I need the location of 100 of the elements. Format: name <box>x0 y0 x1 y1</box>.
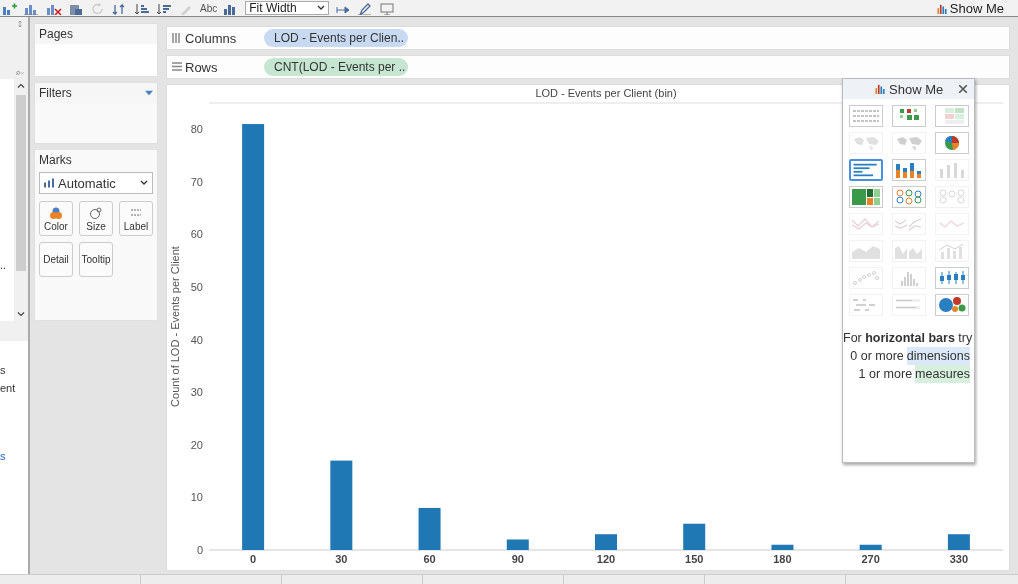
sort-descending-icon[interactable] <box>156 3 172 15</box>
highlight-table-thumbnail[interactable] <box>935 105 969 127</box>
field-pill[interactable]: LOD - Events per Clien.. <box>264 29 408 47</box>
size-icon <box>89 205 103 220</box>
mark-button[interactable]: Detail <box>39 242 73 277</box>
mark-type-select[interactable]: Automatic <box>39 172 153 194</box>
field-pill[interactable]: CNT(LOD - Events per .. <box>264 58 408 76</box>
bar <box>947 534 970 550</box>
line-chart-thumbnail[interactable] <box>849 213 883 235</box>
y-axis-title: Count of LOD - Events per Client <box>169 246 181 407</box>
x-tick-label: 90 <box>511 553 524 565</box>
y-tick-label: 80 <box>190 123 203 136</box>
scroll-up-icon[interactable] <box>17 83 25 89</box>
field-type-label: dimensions <box>906 347 970 365</box>
bar <box>859 544 882 550</box>
shelf-label: Rows <box>185 59 218 75</box>
combination-chart-thumbnail[interactable] <box>935 240 969 262</box>
x-tick-label: 60 <box>423 553 436 565</box>
columns-icon <box>172 33 182 43</box>
close-icon <box>958 83 968 94</box>
fit-select[interactable]: Fit Width <box>245 1 330 15</box>
y-tick-label: 70 <box>190 175 203 188</box>
caret-icon <box>317 5 326 11</box>
pie-chart-thumbnail[interactable] <box>935 132 969 154</box>
bar-chart-icon <box>44 178 54 188</box>
x-tick-label: 150 <box>685 553 704 565</box>
bar-chart-icon <box>875 84 885 94</box>
y-tick-label: 50 <box>190 281 203 294</box>
y-tick-label: 30 <box>190 386 203 399</box>
y-tick-label: 10 <box>190 491 203 504</box>
x-tick-label: 30 <box>335 553 348 565</box>
requirement-count: 0 or more <box>850 348 904 365</box>
close-button[interactable] <box>958 82 968 96</box>
color-icon <box>49 205 63 220</box>
x-tick-label: 330 <box>949 553 969 565</box>
bar <box>506 539 529 550</box>
field-name[interactable]: s <box>0 363 6 377</box>
clear-chart-icon[interactable] <box>46 3 62 15</box>
circle-view-thumbnail[interactable] <box>892 186 926 208</box>
line-chart-thumbnail[interactable] <box>935 213 969 235</box>
mark-button[interactable]: Tooltip <box>79 242 113 277</box>
scroll-down-icon[interactable] <box>17 311 25 317</box>
area-chart-thumbnail[interactable] <box>849 240 883 262</box>
text-table-thumbnail[interactable] <box>849 105 883 127</box>
pin-icon[interactable] <box>335 3 352 15</box>
bar-chart-thumbnail[interactable] <box>935 159 969 181</box>
requirement-count: 1 or more <box>858 366 913 383</box>
bar-chart-icon[interactable] <box>24 3 40 15</box>
x-tick-label: 0 <box>250 553 257 565</box>
line-chart-thumbnail[interactable] <box>892 213 926 235</box>
chart-title: LOD - Events per Client (bin) <box>535 87 677 99</box>
field-name[interactable]: ent <box>0 381 16 395</box>
bar <box>683 523 706 550</box>
data-add-icon[interactable] <box>2 3 18 15</box>
rows-icon <box>172 62 182 72</box>
caret-icon <box>140 180 148 186</box>
search-icon[interactable] <box>16 70 24 76</box>
text-tool-button[interactable]: Abc <box>200 3 218 15</box>
bar <box>418 507 441 550</box>
heat-map-thumbnail[interactable] <box>892 105 926 127</box>
panel-title: Show Me <box>889 81 944 97</box>
link[interactable]: s <box>0 449 6 463</box>
y-tick-label: 40 <box>190 333 203 346</box>
y-tick-label: 60 <box>190 228 203 241</box>
packed-bubbles-thumbnail[interactable] <box>935 294 969 316</box>
area-chart-thumbnail[interactable] <box>892 240 926 262</box>
x-tick-label: 180 <box>773 553 792 565</box>
world-map-thumbnail[interactable] <box>892 132 926 154</box>
treemap-thumbnail[interactable] <box>849 186 883 208</box>
sheet-icon[interactable] <box>68 3 84 15</box>
x-tick-label: 270 <box>861 553 880 565</box>
field-type-label: measures <box>915 365 970 383</box>
gantt-chart-thumbnail[interactable] <box>849 294 883 316</box>
box-plot-thumbnail[interactable] <box>935 267 969 289</box>
presentation-icon[interactable] <box>379 3 396 15</box>
sort-ascending-icon[interactable] <box>134 3 150 15</box>
histogram-thumbnail[interactable] <box>892 267 926 289</box>
scrollbar-thumb[interactable] <box>16 95 26 271</box>
horizontal-bar-thumbnail[interactable] <box>849 159 883 181</box>
sort-icon[interactable] <box>16 21 24 27</box>
card-title: Pages <box>39 27 74 41</box>
pencil-icon[interactable] <box>357 3 374 15</box>
label-button[interactable]: Label <box>119 201 153 236</box>
hint-text: For horizontal bars try <box>843 330 974 347</box>
field-name[interactable]: .. <box>0 258 7 272</box>
scatter-plot-thumbnail[interactable] <box>849 267 883 289</box>
dropdown-icon[interactable] <box>145 90 153 96</box>
world-map-thumbnail[interactable] <box>849 132 883 154</box>
bar <box>771 544 794 550</box>
card-title: Filters <box>39 86 72 100</box>
size-button[interactable]: Size <box>79 201 113 236</box>
y-tick-label: 20 <box>190 438 203 451</box>
card-title: Marks <box>39 153 72 167</box>
bar <box>595 534 617 550</box>
shelf-label: Columns <box>185 30 237 46</box>
stacked-bar-thumbnail[interactable] <box>892 159 926 181</box>
show-me-button[interactable]: Show Me <box>936 2 1004 15</box>
y-tick-label: 0 <box>196 544 203 556</box>
bullet-graph-thumbnail[interactable] <box>892 294 926 316</box>
color-button[interactable]: Color <box>39 201 73 236</box>
